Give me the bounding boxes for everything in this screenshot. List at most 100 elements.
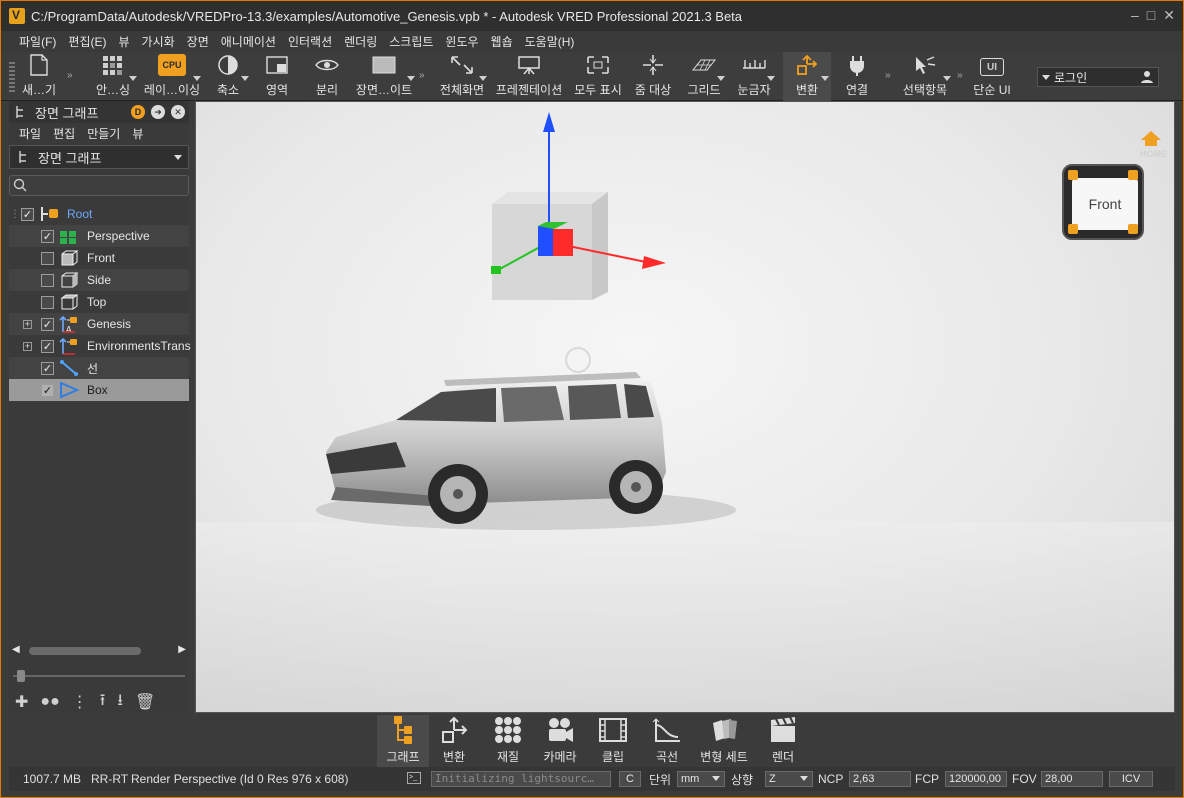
tool-ruler[interactable]: 눈금자: [731, 52, 777, 101]
navigation-cube[interactable]: Front: [1062, 164, 1144, 240]
navcube-front-face[interactable]: Front: [1072, 178, 1138, 230]
chevron-down-icon[interactable]: [767, 76, 775, 81]
tool-new[interactable]: 새…기: [17, 52, 61, 101]
expand-icon[interactable]: +: [23, 319, 32, 329]
menu-interaction[interactable]: 인터랙션: [282, 33, 338, 50]
chevron-down-icon[interactable]: [193, 76, 201, 81]
tool-split[interactable]: 분리: [307, 52, 347, 101]
tree-node[interactable]: ⋮ ✓ Root: [9, 203, 189, 225]
slider-knob[interactable]: [17, 670, 25, 682]
menu-animation[interactable]: 애니메이션: [215, 33, 282, 50]
visibility-checkbox[interactable]: [41, 251, 54, 265]
visibility-checkbox[interactable]: ✓: [41, 361, 54, 375]
tool-simple-ui[interactable]: UI 단순 UI: [967, 52, 1017, 101]
unit-select[interactable]: mm: [677, 771, 725, 787]
sg-menu-view[interactable]: 뷰: [132, 125, 143, 142]
tool-show-all[interactable]: 모두 표시: [571, 52, 625, 101]
expand-icon[interactable]: +: [23, 341, 32, 351]
menu-visualization[interactable]: 가시화: [136, 33, 181, 50]
tool-connect[interactable]: 연결: [837, 52, 877, 101]
menu-help[interactable]: 도움말(H): [519, 33, 581, 50]
add-node-icon[interactable]: ✚: [15, 692, 28, 712]
module-camera[interactable]: 카메라: [535, 715, 585, 767]
render-viewport[interactable]: Front HOME: [195, 101, 1175, 713]
menu-script[interactable]: 스크립트: [383, 33, 439, 50]
tool-selection[interactable]: 선택항목: [897, 52, 953, 101]
fcp-input[interactable]: 120000,00: [945, 771, 1007, 787]
tool-raytracing[interactable]: CPU 레이…이싱: [141, 52, 203, 101]
toolbar-grip[interactable]: [9, 62, 15, 92]
menu-window[interactable]: 윈도우: [439, 33, 484, 50]
module-clips[interactable]: 클립: [591, 715, 635, 767]
chevron-down-icon[interactable]: [241, 76, 249, 81]
scene-graph-selector[interactable]: 장면 그래프: [9, 145, 189, 169]
scene-graph-search-input[interactable]: [9, 175, 189, 196]
scroll-left-icon[interactable]: ◀: [12, 644, 20, 655]
chevron-down-icon[interactable]: [943, 76, 951, 81]
connect-nodes-icon[interactable]: ●●: [40, 693, 59, 711]
visibility-checkbox[interactable]: ✓: [21, 207, 34, 221]
module-graph[interactable]: 그래프: [377, 715, 429, 767]
move-down-icon[interactable]: ⭳: [117, 689, 123, 716]
tree-zoom-slider[interactable]: [9, 669, 189, 683]
tree-node[interactable]: Side: [9, 269, 189, 291]
module-transform[interactable]: 변환: [431, 715, 477, 767]
terminal-icon[interactable]: >_: [407, 772, 421, 784]
tool-presentation[interactable]: 프레젠테이션: [491, 52, 567, 101]
up-axis-select[interactable]: Z: [765, 771, 813, 787]
tool-fullscreen[interactable]: 전체화면: [435, 52, 489, 101]
chevron-down-icon[interactable]: [717, 76, 725, 81]
ncp-input[interactable]: 2,63: [849, 771, 911, 787]
tree-node[interactable]: ✓ Box: [9, 379, 189, 401]
move-up-icon[interactable]: ⭱: [100, 689, 106, 716]
close-icon[interactable]: ✕: [1163, 7, 1175, 24]
delete-icon[interactable]: 🗑: [135, 692, 155, 712]
tool-reduce[interactable]: 축소: [205, 52, 251, 101]
sg-menu-edit[interactable]: 편집: [53, 125, 75, 142]
sg-menu-file[interactable]: 파일: [19, 125, 41, 142]
tool-grid[interactable]: 그리드: [681, 52, 727, 101]
menu-edit[interactable]: 편집(E): [62, 33, 112, 50]
module-materials[interactable]: 재질: [485, 715, 531, 767]
scroll-right-icon[interactable]: ▶: [178, 644, 186, 655]
close-panel-icon[interactable]: ✕: [171, 105, 185, 119]
visibility-checkbox[interactable]: ✓: [41, 317, 54, 331]
fov-input[interactable]: 28,00: [1041, 771, 1103, 787]
module-variant-sets[interactable]: 변형 세트: [693, 715, 755, 767]
sg-menu-create[interactable]: 만들기: [87, 125, 120, 142]
tool-scene-plate[interactable]: 장면…이트: [351, 52, 417, 101]
menu-file[interactable]: 파일(F): [13, 33, 62, 50]
tree-horizontal-scrollbar[interactable]: ◀ ▶: [9, 644, 189, 658]
login-dropdown[interactable]: 로그인: [1037, 67, 1159, 87]
chevron-down-icon[interactable]: [129, 76, 137, 81]
tool-transform[interactable]: 변환: [783, 52, 831, 101]
align-icon[interactable]: ⋮: [72, 692, 88, 712]
menu-view[interactable]: 뷰: [112, 33, 135, 50]
tree-node[interactable]: Front: [9, 247, 189, 269]
chevron-down-icon[interactable]: [821, 76, 829, 81]
chevron-down-icon[interactable]: [479, 76, 487, 81]
tree-node[interactable]: + ✓ EnvironmentsTrans: [9, 335, 191, 357]
menu-webshop[interactable]: 웹숍: [485, 33, 519, 50]
tree-node[interactable]: Top: [9, 291, 189, 313]
visibility-checkbox[interactable]: ✓: [41, 383, 54, 397]
menu-scene[interactable]: 장면: [181, 33, 215, 50]
minimize-icon[interactable]: –: [1131, 7, 1139, 24]
icv-button[interactable]: ICV: [1109, 771, 1153, 787]
tool-antialiasing[interactable]: 안…싱: [87, 52, 139, 101]
visibility-checkbox[interactable]: [41, 273, 54, 287]
arrow-right-icon[interactable]: ➜: [151, 105, 165, 119]
tree-node[interactable]: ✓ Perspective: [9, 225, 189, 247]
tool-region[interactable]: 영역: [257, 52, 297, 101]
visibility-checkbox[interactable]: [41, 295, 54, 309]
home-view-icon[interactable]: HOME: [1140, 130, 1167, 160]
console-input[interactable]: Initializing lightsourc…: [431, 771, 611, 787]
chevron-down-icon[interactable]: [407, 76, 415, 81]
module-curves[interactable]: 곡선: [645, 715, 689, 767]
maximize-icon[interactable]: □: [1147, 7, 1155, 24]
car-model[interactable]: [316, 347, 736, 530]
tree-node[interactable]: + ✓ A Genesis: [9, 313, 189, 335]
visibility-checkbox[interactable]: ✓: [41, 229, 54, 243]
c-button[interactable]: C: [619, 771, 641, 787]
tree-node[interactable]: ✓ 선: [9, 357, 189, 379]
